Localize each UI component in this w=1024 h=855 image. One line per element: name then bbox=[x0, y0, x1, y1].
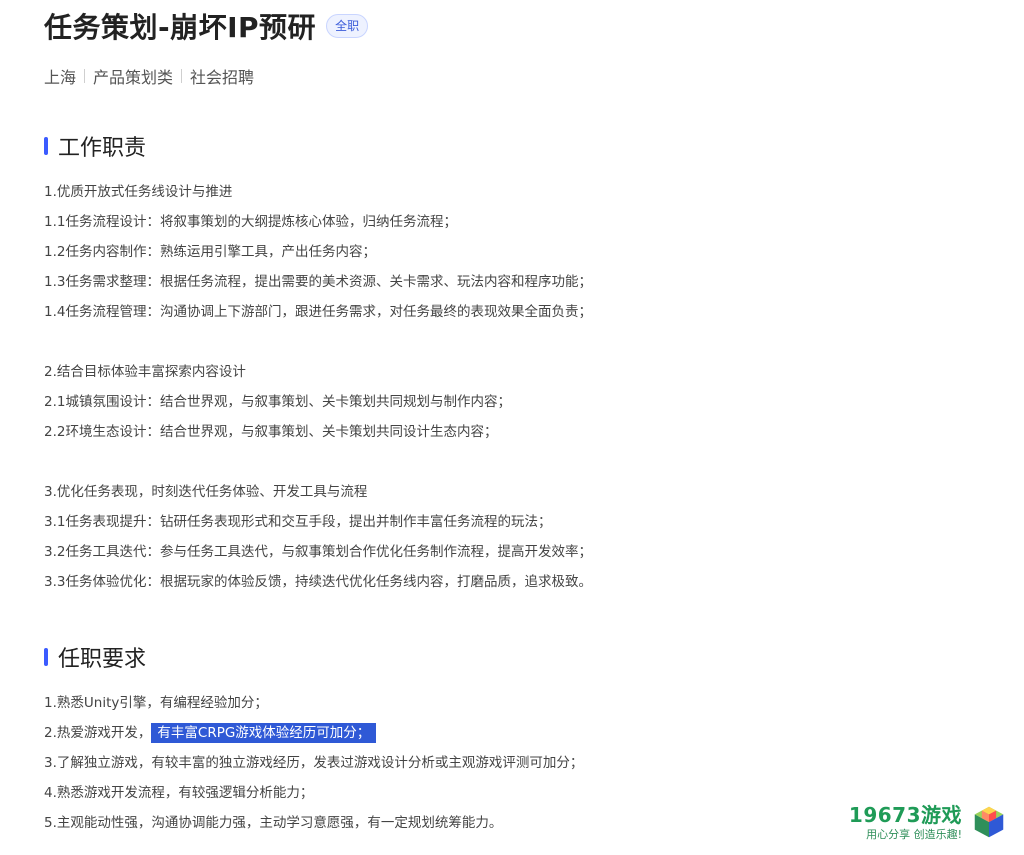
selected-highlight-text[interactable]: 有丰富CRPG游戏体验经历可加分； bbox=[151, 723, 377, 743]
responsibility-line: 1.3任务需求整理：根据任务流程，提出需要的美术资源、关卡需求、玩法内容和程序功… bbox=[44, 274, 592, 290]
responsibility-line: 2.结合目标体验丰富探索内容设计 bbox=[44, 364, 246, 380]
responsibility-line: 1.优质开放式任务线设计与推进 bbox=[44, 184, 233, 200]
section-header-requirements: 任职要求 bbox=[44, 641, 146, 673]
requirement-line: 2.热爱游戏开发， 有丰富CRPG游戏体验经历可加分； bbox=[44, 723, 377, 743]
responsibility-line: 3.3任务体验优化：根据玩家的体验反馈，持续迭代优化任务线内容，打磨品质，追求极… bbox=[44, 574, 592, 590]
meta-divider bbox=[84, 69, 86, 83]
responsibility-line: 3.优化任务表现，时刻迭代任务体验、开发工具与流程 bbox=[44, 484, 368, 500]
responsibility-line: 2.2环境生态设计：结合世界观，与叙事策划、关卡策划共同设计生态内容； bbox=[44, 424, 498, 440]
category-text: 产品策划类 bbox=[93, 68, 174, 87]
cube-logo-icon bbox=[974, 806, 1004, 838]
section-accent-bar bbox=[44, 648, 48, 666]
requirement-line: 1.熟悉Unity引擎，有编程经验加分； bbox=[44, 695, 268, 711]
requirement-line-prefix: 2.热爱游戏开发， bbox=[44, 725, 152, 741]
requirement-line: 4.熟悉游戏开发流程，有较强逻辑分析能力； bbox=[44, 785, 314, 801]
responsibility-line: 1.1任务流程设计：将叙事策划的大纲提炼核心体验，归纳任务流程； bbox=[44, 214, 457, 230]
responsibility-line: 3.1任务表现提升：钻研任务表现形式和交互手段，提出并制作丰富任务流程的玩法； bbox=[44, 514, 552, 530]
section-title: 任职要求 bbox=[58, 647, 147, 672]
section-title: 工作职责 bbox=[58, 136, 147, 161]
responsibility-line: 1.2任务内容制作：熟练运用引擎工具，产出任务内容； bbox=[44, 244, 376, 260]
section-header-responsibilities: 工作职责 bbox=[44, 130, 146, 162]
responsibility-line: 3.2任务工具迭代：参与任务工具迭代，与叙事策划合作优化任务制作流程，提高开发效… bbox=[44, 544, 592, 560]
section-accent-bar bbox=[44, 137, 48, 155]
job-title: 任务策划-崩坏IP预研 bbox=[44, 11, 317, 44]
meta-divider bbox=[181, 69, 183, 83]
requirement-line: 3.了解独立游戏，有较丰富的独立游戏经历，发表过游戏设计分析或主观游戏评测可加分… bbox=[44, 755, 584, 771]
site-watermark: 19673游戏 用心分享 创造乐趣! bbox=[808, 799, 1008, 845]
watermark-slogan: 用心分享 创造乐趣! bbox=[866, 827, 962, 841]
watermark-text: 19673游戏 用心分享 创造乐趣! bbox=[849, 805, 962, 840]
responsibility-line: 2.1城镇氛围设计：结合世界观，与叙事策划、关卡策划共同规划与制作内容； bbox=[44, 394, 511, 410]
responsibility-line: 1.4任务流程管理：沟通协调上下游部门，跟进任务需求，对任务最终的表现效果全面负… bbox=[44, 304, 592, 320]
job-detail-page: 任务策划-崩坏IP预研 全职 上海 产品策划类 社会招聘 工作职责 1.优质开放… bbox=[44, 0, 1000, 855]
recruit-type-text: 社会招聘 bbox=[190, 68, 255, 87]
location-text: 上海 bbox=[44, 68, 77, 87]
requirement-line: 5.主观能动性强，沟通协调能力强，主动学习意愿强，有一定规划统筹能力。 bbox=[44, 815, 503, 831]
watermark-title: 19673游戏 bbox=[848, 802, 962, 827]
title-row: 任务策划-崩坏IP预研 全职 bbox=[44, 6, 369, 46]
job-type-badge: 全职 bbox=[326, 14, 369, 38]
job-meta: 上海 产品策划类 社会招聘 bbox=[44, 64, 254, 88]
